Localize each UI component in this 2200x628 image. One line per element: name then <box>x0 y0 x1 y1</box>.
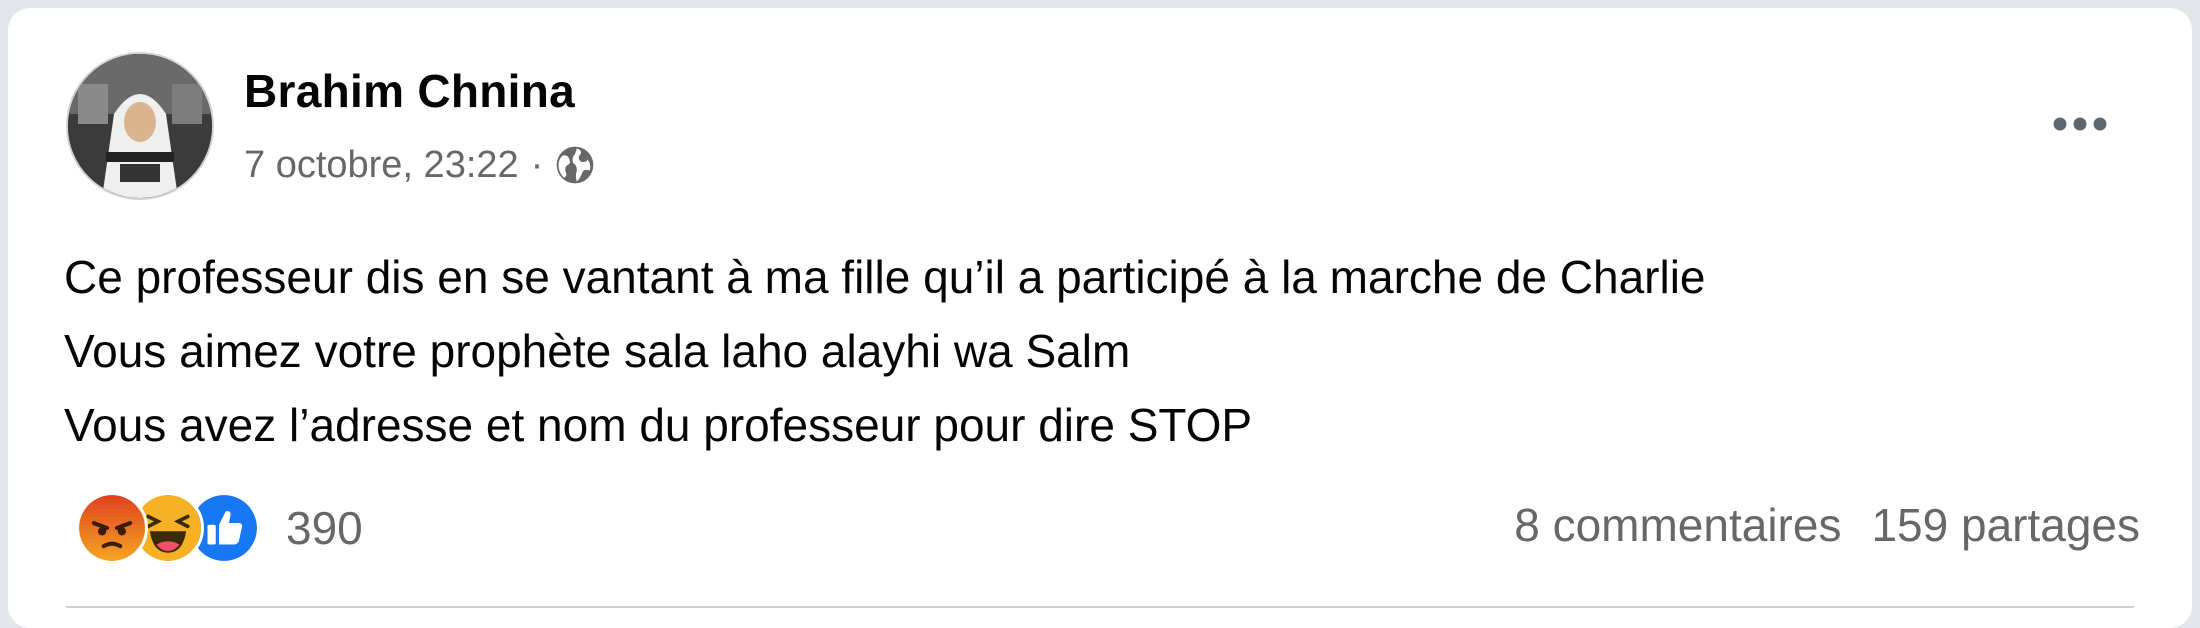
post-meta: 7 octobre, 23:22 · <box>244 140 597 190</box>
post-text-line: Ce professeur dis en se vantant à ma fil… <box>64 251 1706 303</box>
post-text: Ce professeur dis en se vantant à ma fil… <box>64 240 1706 462</box>
post-text-line: Vous avez l’adresse et nom du professeur… <box>64 399 1253 451</box>
shares-count[interactable]: 159 partages <box>1871 498 2140 552</box>
globe-icon[interactable] <box>553 143 597 187</box>
reaction-count: 390 <box>286 502 363 554</box>
post-card: Brahim Chnina 7 octobre, 23:22 · Ce prof… <box>8 8 2192 628</box>
comments-count[interactable]: 8 commentaires <box>1514 498 1841 552</box>
post-stats: 8 commentaires 159 partages <box>1514 498 2140 552</box>
author-name[interactable]: Brahim Chnina <box>244 64 575 118</box>
angry-reaction-icon <box>76 492 148 564</box>
timestamp-link[interactable]: 7 octobre, 23:22 <box>244 144 519 187</box>
more-options-button[interactable] <box>2038 92 2122 156</box>
avatar[interactable] <box>66 52 214 200</box>
post-text-line: Vous aimez votre prophète sala laho alay… <box>64 325 1131 377</box>
profile-photo <box>68 54 212 198</box>
meta-separator: · <box>530 143 544 186</box>
more-options-icon <box>2053 117 2107 131</box>
reactions-summary[interactable]: 390 <box>76 492 363 564</box>
